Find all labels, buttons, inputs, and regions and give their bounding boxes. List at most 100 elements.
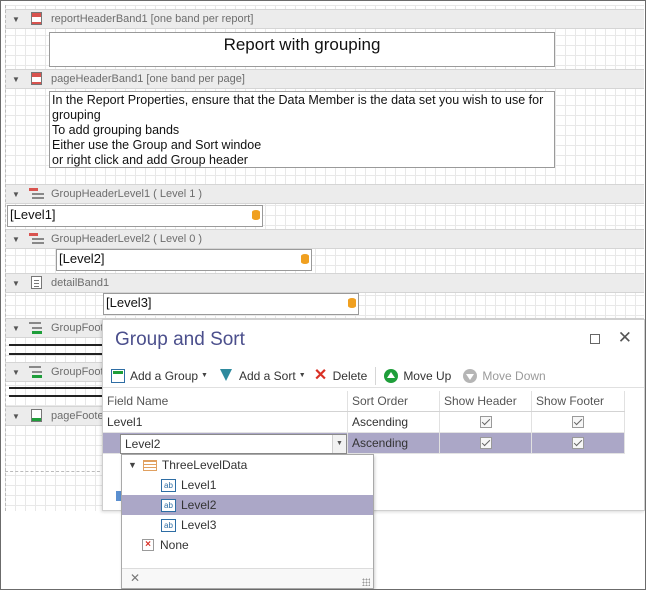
- show-header-cell[interactable]: [440, 412, 532, 432]
- tree-node-label: Level3: [181, 518, 217, 532]
- database-icon: [348, 298, 356, 308]
- collapse-arrow-icon[interactable]: ▼: [9, 190, 23, 199]
- tree-node-label: ThreeLevelData: [161, 458, 248, 472]
- band-label: GroupHeaderLevel1 ( Level 1 ): [51, 188, 203, 200]
- band-label: GroupFoote: [51, 366, 110, 378]
- field-picker-dropdown: ▼ ThreeLevelData ab Level1 ab Level2 ab …: [121, 454, 374, 589]
- maximize-icon[interactable]: [590, 334, 600, 344]
- column-header-show-header[interactable]: Show Header: [440, 391, 532, 411]
- show-footer-checkbox[interactable]: [572, 437, 584, 449]
- dropdown-footer: ✕: [122, 568, 373, 588]
- sort-order-cell[interactable]: Ascending: [348, 412, 440, 432]
- add-group-icon: [111, 368, 125, 383]
- tree-node-label: None: [160, 538, 189, 552]
- band-detail[interactable]: ▼ detailBand1: [5, 273, 644, 293]
- group-footer-band-icon: [29, 365, 45, 379]
- tree-node-none[interactable]: × None: [122, 535, 373, 555]
- add-sort-button[interactable]: Add a Sort ▼: [219, 368, 306, 383]
- collapse-arrow-icon[interactable]: ▼: [9, 279, 23, 288]
- instruction-line: or right click and add Group header: [52, 153, 248, 167]
- show-header-checkbox[interactable]: [479, 437, 492, 449]
- group-footer-band-icon: [29, 321, 45, 335]
- string-field-icon: ab: [161, 478, 176, 492]
- collapse-arrow-icon[interactable]: ▼: [9, 15, 23, 24]
- collapse-arrow-icon[interactable]: ▼: [9, 412, 23, 421]
- detail-band-icon: [29, 276, 45, 290]
- show-footer-cell[interactable]: [532, 433, 625, 453]
- band-page-header[interactable]: ▼ pageHeaderBand1 [one band per page]: [5, 69, 644, 89]
- group-header-band-icon: [29, 187, 45, 201]
- band-label: detailBand1: [51, 277, 110, 289]
- field-name-cell[interactable]: Level1: [103, 412, 348, 432]
- string-field-icon: ab: [161, 498, 176, 512]
- footer-line[interactable]: [9, 395, 105, 397]
- button-label: Add a Sort: [238, 368, 296, 383]
- show-header-cell[interactable]: [440, 433, 532, 453]
- button-label: Move Down: [482, 368, 546, 383]
- move-up-button[interactable]: Move Up: [384, 368, 452, 383]
- band-report-header[interactable]: ▼ reportHeaderBand1 [one band per report…: [5, 9, 644, 29]
- dropdown-arrow-icon: ▼: [201, 372, 208, 379]
- tree-node-level3[interactable]: ab Level3: [122, 515, 373, 535]
- level2-field-label[interactable]: [Level2]: [56, 249, 312, 271]
- button-label: Delete: [332, 368, 368, 383]
- margin-line: [5, 5, 6, 511]
- instruction-line: In the Report Properties, ensure that th…: [52, 93, 544, 122]
- chevron-down-icon[interactable]: ▼: [332, 435, 346, 453]
- column-header-field-name[interactable]: Field Name: [103, 391, 348, 411]
- button-label: Move Up: [403, 368, 452, 383]
- level1-field-label[interactable]: [Level1]: [7, 205, 263, 227]
- field-name-combobox[interactable]: Level2 ▼: [120, 434, 347, 454]
- sort-order-cell[interactable]: Ascending: [348, 433, 440, 453]
- panel-title: Group and Sort: [115, 329, 245, 350]
- table-row[interactable]: Level1 Ascending: [103, 412, 625, 433]
- tree-node-level2[interactable]: ab Level2: [122, 495, 373, 515]
- band-label: GroupFoote: [51, 322, 110, 334]
- show-footer-checkbox[interactable]: [572, 416, 584, 428]
- level3-field-label[interactable]: [Level3]: [103, 293, 359, 315]
- field-expression: [Level2]: [59, 251, 105, 266]
- button-label: Add a Group: [130, 368, 199, 383]
- instructions-label[interactable]: In the Report Properties, ensure that th…: [49, 91, 555, 168]
- band-group-header-2[interactable]: ▼ GroupHeaderLevel2 ( Level 0 ): [5, 229, 644, 249]
- delete-button[interactable]: ✕ Delete: [313, 366, 368, 384]
- close-icon[interactable]: ✕: [618, 328, 632, 348]
- footer-line[interactable]: [9, 387, 105, 389]
- toolbar-separator: [375, 366, 377, 385]
- none-icon: ×: [142, 539, 154, 551]
- page-header-band-icon: [29, 72, 45, 86]
- collapse-arrow-icon[interactable]: ▼: [9, 75, 23, 84]
- report-header-band-icon: [29, 12, 45, 26]
- move-up-icon: [384, 368, 399, 383]
- grid-header-row: Field Name Sort Order Show Header Show F…: [103, 391, 625, 412]
- band-group-header-1[interactable]: ▼ GroupHeaderLevel1 ( Level 1 ): [5, 184, 644, 204]
- dropdown-arrow-icon: ▼: [298, 372, 306, 379]
- string-field-icon: ab: [161, 518, 176, 532]
- band-label: GroupHeaderLevel2 ( Level 0 ): [51, 233, 203, 245]
- database-icon: [252, 210, 260, 220]
- resize-grip-icon[interactable]: [362, 578, 370, 586]
- move-down-icon: [463, 368, 478, 383]
- report-title-label[interactable]: Report with grouping: [49, 32, 555, 67]
- band-label: pageHeaderBand1 [one band per page]: [51, 73, 245, 85]
- collapse-arrow-icon[interactable]: ▼: [9, 368, 23, 377]
- table-icon: [142, 459, 157, 471]
- tree-node-level1[interactable]: ab Level1: [122, 475, 373, 495]
- delete-icon: ✕: [313, 366, 328, 384]
- group-header-band-icon: [29, 232, 45, 246]
- collapse-arrow-icon[interactable]: ▼: [9, 235, 23, 244]
- column-header-show-footer[interactable]: Show Footer: [532, 391, 625, 411]
- footer-line[interactable]: [9, 353, 105, 355]
- show-footer-cell[interactable]: [532, 412, 625, 432]
- add-group-button[interactable]: Add a Group ▼: [111, 368, 208, 383]
- show-header-checkbox[interactable]: [479, 416, 492, 428]
- tree-node-datasource[interactable]: ▼ ThreeLevelData: [122, 455, 373, 475]
- footer-line[interactable]: [9, 344, 105, 346]
- report-designer-window: ▼ reportHeaderBand1 [one band per report…: [0, 0, 646, 590]
- move-down-button[interactable]: Move Down: [463, 368, 546, 383]
- close-icon[interactable]: ✕: [130, 571, 140, 585]
- column-header-sort-order[interactable]: Sort Order: [348, 391, 440, 411]
- collapse-arrow-icon[interactable]: ▼: [9, 324, 23, 333]
- expand-arrow-icon[interactable]: ▼: [128, 460, 137, 470]
- field-expression: [Level1]: [10, 207, 56, 222]
